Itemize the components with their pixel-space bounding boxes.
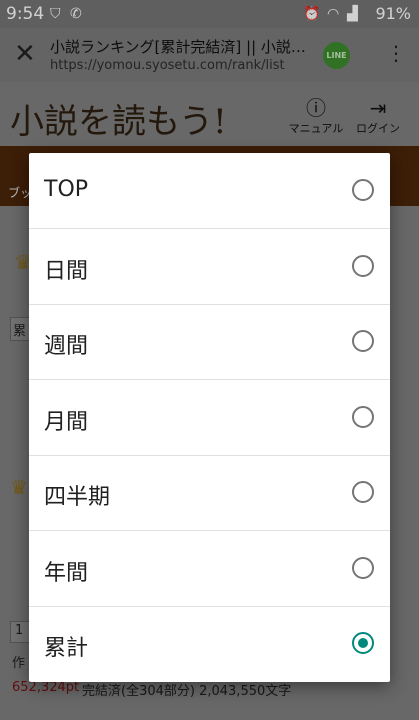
option-1[interactable]: 日間 <box>29 229 390 305</box>
option-6[interactable]: 累計 <box>29 606 390 681</box>
radio-button[interactable] <box>352 556 374 579</box>
option-label: 四半期 <box>44 485 111 510</box>
option-label: 年間 <box>44 560 89 586</box>
option-5[interactable]: 年間 <box>29 531 390 607</box>
option-label: 累計 <box>44 636 89 661</box>
option-0[interactable]: TOP <box>29 153 390 229</box>
radio-button[interactable] <box>352 481 374 503</box>
option-3[interactable]: 月間 <box>29 380 390 456</box>
option-4[interactable]: 四半期 <box>29 455 390 531</box>
radio-button[interactable] <box>352 179 374 201</box>
option-label: 週間 <box>44 334 89 359</box>
option-label: TOP <box>44 177 89 202</box>
option-label: 月間 <box>44 409 89 435</box>
ranking-period-dialog: TOP 日間週間月間四半期年間累計 <box>29 153 390 682</box>
option-2[interactable]: 週間 <box>29 304 390 380</box>
radio-button[interactable] <box>352 632 374 654</box>
radio-button[interactable] <box>352 330 374 352</box>
option-label: 日間 <box>44 258 89 284</box>
radio-button[interactable] <box>352 254 374 277</box>
radio-button[interactable] <box>352 405 374 428</box>
